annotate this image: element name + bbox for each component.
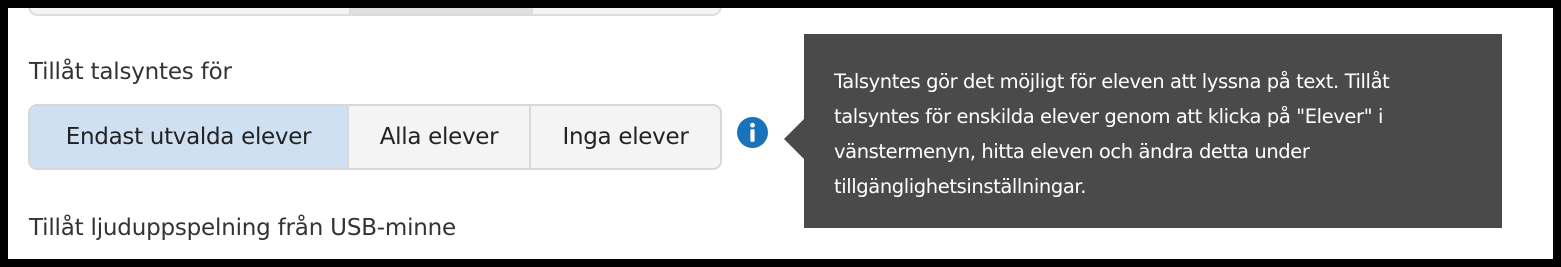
option-no-students[interactable]: Inga elever	[531, 106, 720, 168]
usb-audio-setting-label: Tillåt ljuduppspelning från USB-minne	[29, 215, 456, 241]
info-tooltip: Talsyntes gör det möjligt för eleven att…	[784, 34, 1502, 228]
settings-panel: Tillåt talsyntes för Endast utvalda elev…	[8, 8, 1553, 259]
tts-setting-label: Tillåt talsyntes för	[29, 59, 232, 85]
previous-option[interactable]	[351, 8, 533, 14]
tts-segmented-control: Endast utvalda elever Alla elever Inga e…	[28, 104, 722, 170]
option-selected-students[interactable]: Endast utvalda elever	[30, 106, 349, 168]
tooltip-arrow	[784, 118, 805, 160]
option-all-students[interactable]: Alla elever	[349, 106, 531, 168]
tooltip-text: Talsyntes gör det möjligt för eleven att…	[834, 70, 1390, 198]
info-circle-icon[interactable]	[737, 117, 768, 148]
previous-option[interactable]	[30, 8, 351, 14]
previous-setting-segmented-control	[28, 8, 722, 16]
previous-option[interactable]	[533, 8, 720, 14]
